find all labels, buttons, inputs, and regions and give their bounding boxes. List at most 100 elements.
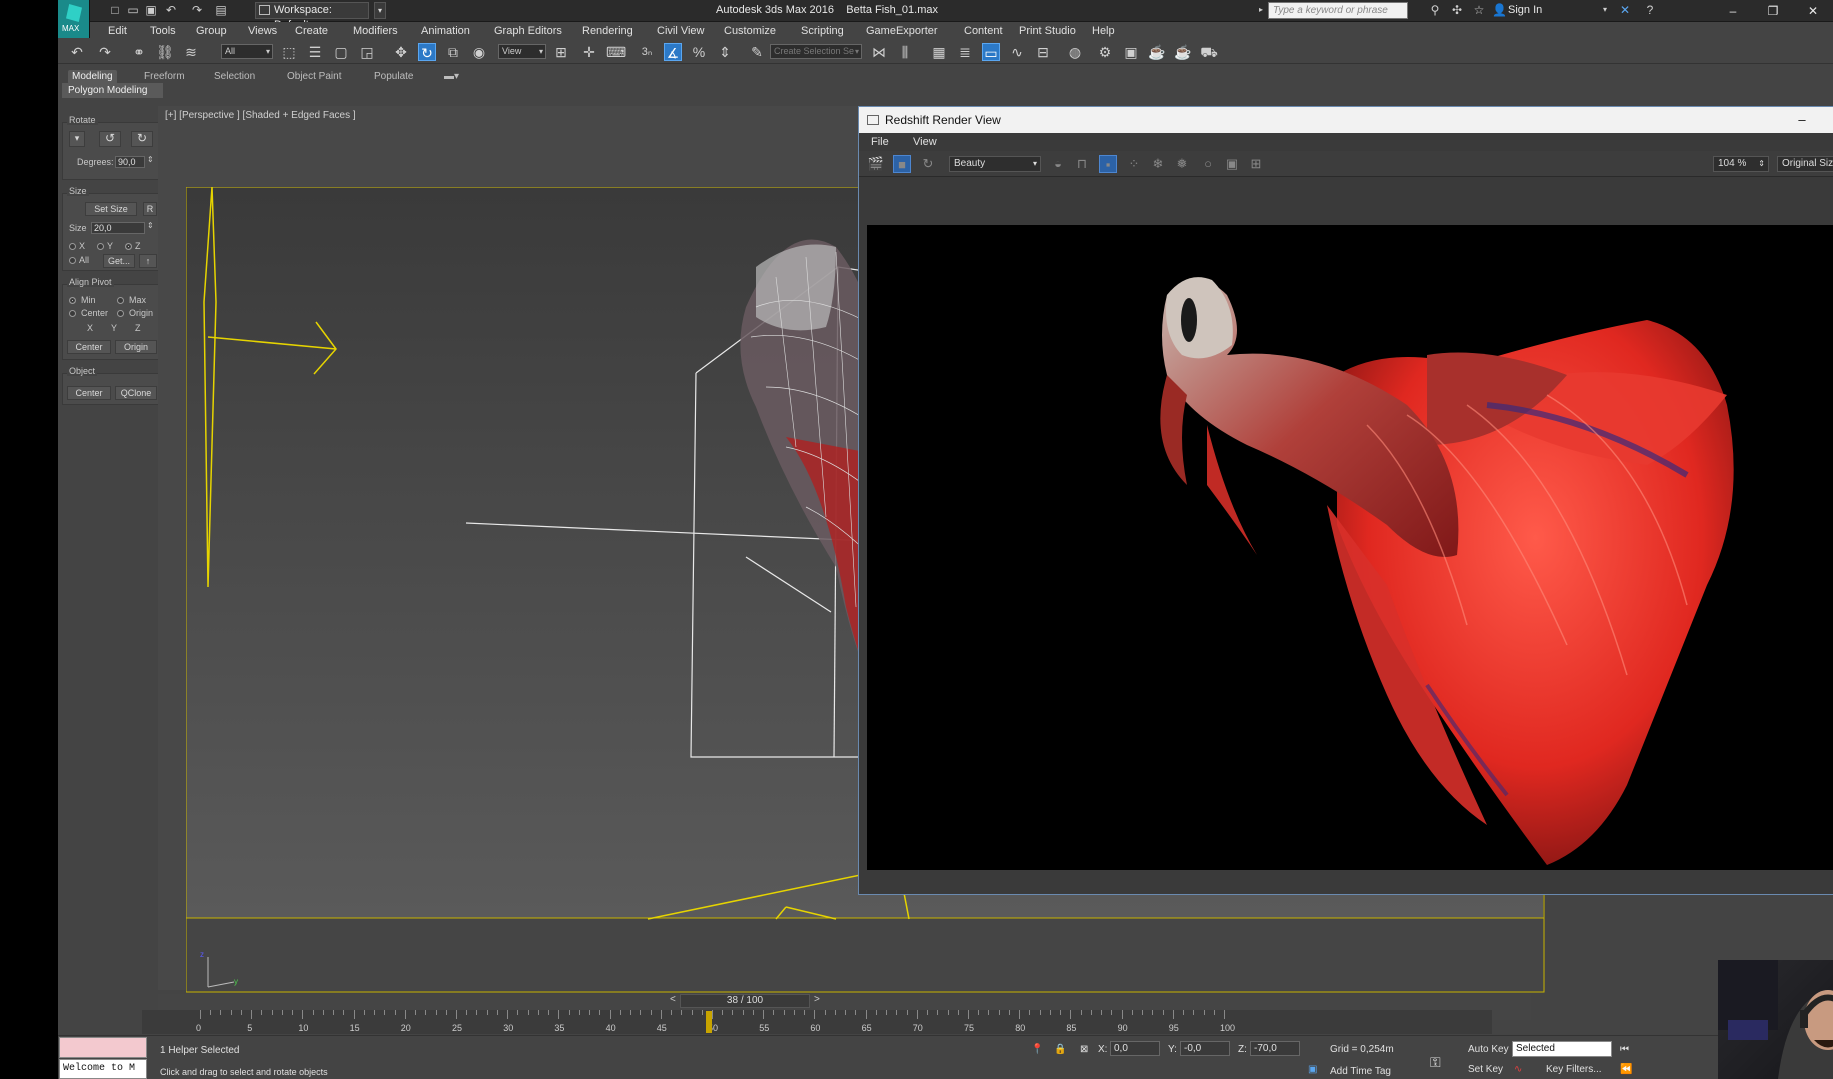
qclone-button[interactable]: QClone xyxy=(115,386,157,400)
size-input[interactable]: 20,0 xyxy=(91,222,145,234)
menu-modifiers[interactable]: Modifiers xyxy=(353,25,398,37)
size-up-arrow-icon[interactable]: ↑ xyxy=(139,254,157,268)
render-snapshot-icon[interactable]: ▣ xyxy=(1223,155,1241,173)
time-tag-icon[interactable]: ▣ xyxy=(1308,1064,1317,1075)
menu-edit[interactable]: Edit xyxy=(108,25,127,37)
rotate-cw-button[interactable]: ↻ xyxy=(131,131,153,147)
rectangular-selection-icon[interactable]: ▢ xyxy=(332,43,350,61)
set-key-icon[interactable]: ⚿ xyxy=(1430,1054,1441,1071)
size-mode-dropdown[interactable]: Original Size▾ xyxy=(1777,156,1833,172)
maxscript-listener-pink[interactable] xyxy=(59,1037,147,1058)
menu-content[interactable]: Content xyxy=(964,25,1003,37)
pivot-origin-radio[interactable] xyxy=(117,310,124,317)
menu-animation[interactable]: Animation xyxy=(421,25,470,37)
select-and-scale-icon[interactable]: ⧉ xyxy=(444,43,462,61)
render-circle-icon[interactable]: ○ xyxy=(1199,155,1217,173)
reference-coordinate-dropdown[interactable]: View ▾ xyxy=(498,44,546,59)
viewport-label[interactable]: [+] [Perspective ] [Shaded + Edged Faces… xyxy=(165,110,356,121)
render-setup-icon[interactable]: ⚙ xyxy=(1096,43,1114,61)
menu-tools[interactable]: Tools xyxy=(150,25,176,37)
menu-print-studio[interactable]: Print Studio xyxy=(1019,25,1076,37)
degrees-spinner[interactable]: ⇕ xyxy=(147,155,154,164)
user-icon[interactable]: 👤 xyxy=(1492,3,1507,17)
aov-dropdown[interactable]: Beauty ▾ xyxy=(949,156,1041,172)
select-and-move-icon[interactable]: ✥ xyxy=(392,43,410,61)
rendered-frame-window-icon[interactable]: ▣ xyxy=(1122,43,1140,61)
spinner-snap-icon[interactable]: ⇕ xyxy=(716,43,734,61)
close-button[interactable]: ✕ xyxy=(1798,2,1828,20)
save-file-icon[interactable]: ▣ xyxy=(144,3,158,17)
ribbon-tab-object-paint[interactable]: Object Paint xyxy=(283,70,345,84)
get-button[interactable]: Get... xyxy=(103,254,135,268)
menu-group[interactable]: Group xyxy=(196,25,227,37)
snaps-toggle-icon[interactable]: 3ₙ xyxy=(638,43,656,61)
redo-icon[interactable]: ↷ xyxy=(96,43,114,61)
select-by-name-icon[interactable]: ☰ xyxy=(306,43,324,61)
key-filters-button[interactable]: Key Filters... xyxy=(1546,1064,1602,1075)
angle-snap-icon[interactable]: ∡ xyxy=(664,43,682,61)
minimize-button[interactable]: – xyxy=(1718,2,1748,20)
render-add-snapshot-icon[interactable]: ⊞ xyxy=(1247,155,1265,173)
pivot-center-icon[interactable]: ⊞ xyxy=(552,43,570,61)
degrees-input[interactable]: 90,0 xyxy=(115,156,145,168)
render-in-cloud-icon[interactable]: ⛟ xyxy=(1200,43,1218,61)
size-axis-x-radio[interactable] xyxy=(69,243,76,250)
time-ruler[interactable]: 0 5 10 15 20 25 30 35 40 45 50 55 60 65 70 75 80 85 90 95 10… xyxy=(142,1010,1492,1034)
render-grid-icon[interactable]: ⁘ xyxy=(1125,155,1143,173)
size-axis-y-radio[interactable] xyxy=(97,243,104,250)
menu-rendering[interactable]: Rendering xyxy=(582,25,633,37)
scene-explorer-icon[interactable]: ▦ xyxy=(930,43,948,61)
key-tangent-icon[interactable]: ∿ xyxy=(1514,1064,1522,1075)
undo-icon[interactable]: ↶ xyxy=(68,43,86,61)
auto-key-button[interactable]: Auto Key xyxy=(1468,1044,1509,1055)
render-bucket-icon[interactable]: ◒ xyxy=(1049,155,1067,173)
x-coordinate-input[interactable]: 0,0 xyxy=(1110,1041,1160,1056)
menu-graph-editors[interactable]: Graph Editors xyxy=(494,25,562,37)
select-object-icon[interactable]: ⬚ xyxy=(280,43,298,61)
pivot-origin-button[interactable]: Origin xyxy=(115,340,157,354)
ribbon-tab-modeling[interactable]: Modeling xyxy=(68,70,117,84)
render-region-icon[interactable]: ▪ xyxy=(1099,155,1117,173)
exchange-apps-icon[interactable]: ✕ xyxy=(1618,3,1632,17)
ribbon-options-icon[interactable]: ▬▾ xyxy=(440,70,463,84)
size-all-radio[interactable] xyxy=(69,257,76,264)
app-logo-button[interactable]: MAX xyxy=(58,0,90,38)
open-file-icon[interactable]: ▭ xyxy=(126,3,140,17)
manipulate-icon[interactable]: ✛ xyxy=(580,43,598,61)
size-axis-z-radio[interactable] xyxy=(125,243,132,250)
material-editor-icon[interactable]: ◍ xyxy=(1066,43,1084,61)
render-freeze-icon[interactable]: ❄ xyxy=(1149,155,1167,173)
menu-help[interactable]: Help xyxy=(1092,25,1115,37)
mirror-icon[interactable]: ⋈ xyxy=(870,43,888,61)
sign-in-link[interactable]: Sign In xyxy=(1508,4,1542,16)
render-iterative-icon[interactable]: ☕ xyxy=(1174,43,1192,61)
sign-in-dropdown-icon[interactable]: ▾ xyxy=(1598,3,1612,17)
toggle-ribbon-icon[interactable]: ▭ xyxy=(982,43,1000,61)
unlink-icon[interactable]: ⛓ xyxy=(156,43,174,61)
render-window-minimize-button[interactable]: – xyxy=(1782,107,1822,133)
pivot-min-radio[interactable] xyxy=(69,297,76,304)
render-freeze-all-icon[interactable]: ❅ xyxy=(1173,155,1191,173)
size-r-button[interactable]: R xyxy=(143,202,157,216)
render-menu-file[interactable]: File xyxy=(871,136,889,148)
select-and-rotate-icon[interactable]: ↻ xyxy=(418,43,436,61)
ribbon-panel-polygon-modeling[interactable]: Polygon Modeling xyxy=(62,83,163,98)
goto-start-icon[interactable]: ⏮ xyxy=(1620,1044,1629,1055)
project-folder-icon[interactable]: ▤ xyxy=(214,3,228,17)
pivot-axis-x[interactable]: X xyxy=(87,323,93,333)
pivot-max-radio[interactable] xyxy=(117,297,124,304)
selection-lock-icon[interactable]: 🔒 xyxy=(1054,1044,1066,1055)
menu-civil-view[interactable]: Civil View xyxy=(657,25,704,37)
render-menu-view[interactable]: View xyxy=(913,136,937,148)
pivot-center-radio[interactable] xyxy=(69,310,76,317)
time-prev-arrow[interactable]: < xyxy=(670,994,676,1005)
workspace-menu-arrow[interactable]: ▾ xyxy=(374,2,386,19)
bind-space-warp-icon[interactable]: ≋ xyxy=(182,43,200,61)
menu-customize[interactable]: Customize xyxy=(724,25,776,37)
workspace-dropdown[interactable]: Workspace: Default xyxy=(255,2,369,31)
pivot-axis-z[interactable]: Z xyxy=(135,323,141,333)
time-slider[interactable]: 38 / 100 xyxy=(680,994,810,1008)
redo-icon[interactable]: ↷ xyxy=(190,3,204,17)
rendered-image[interactable] xyxy=(867,225,1833,870)
binoculars-icon[interactable]: ⚲ xyxy=(1428,3,1442,17)
